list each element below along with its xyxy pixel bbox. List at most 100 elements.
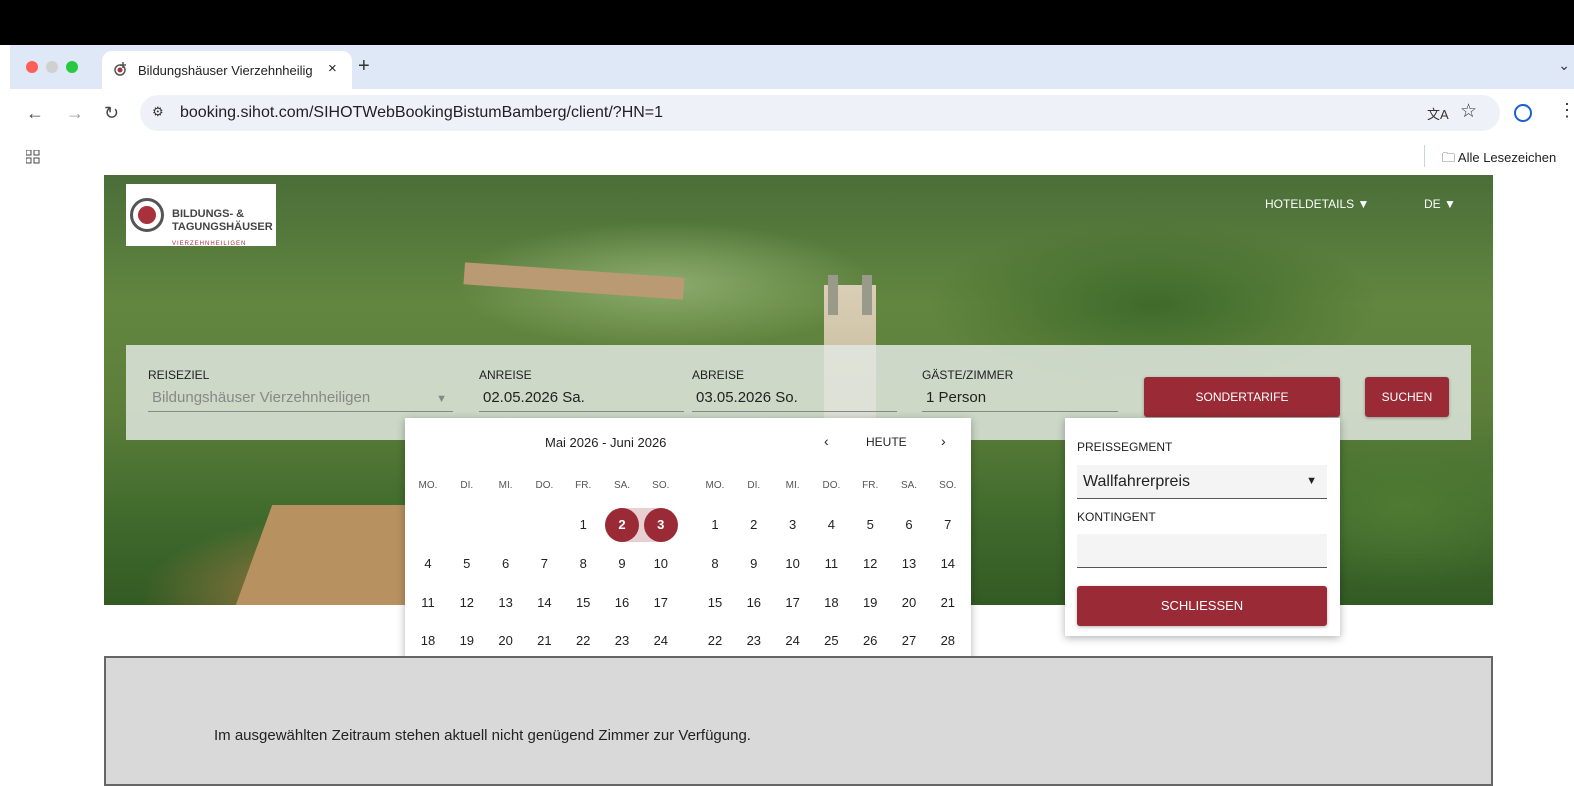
calendar-day-june[interactable]: 18 (814, 586, 848, 620)
calendar-day-june[interactable]: 13 (892, 547, 926, 581)
calendar-day-june[interactable]: 5 (853, 508, 887, 542)
calendar-day-june[interactable]: 25 (814, 624, 848, 658)
calendar-day-may[interactable]: 12 (450, 586, 484, 620)
tab-close-icon[interactable]: × (328, 60, 337, 77)
calendar-day-may[interactable]: 22 (566, 624, 600, 658)
calendar-day-may[interactable]: 1 (566, 508, 600, 542)
weekday-label: MO. (705, 480, 725, 491)
arrival-input[interactable]: 02.05.2026 Sa. (479, 386, 684, 412)
calendar-day-june[interactable]: 15 (698, 586, 732, 620)
translate-icon[interactable]: 文A (1427, 104, 1449, 123)
calendar-day-june[interactable]: 24 (776, 624, 810, 658)
calendar-day-june[interactable]: 19 (853, 586, 887, 620)
calendar-day-june[interactable]: 11 (814, 547, 848, 581)
calendar-day-may[interactable]: 15 (566, 586, 600, 620)
calendar-day-may[interactable]: 23 (605, 624, 639, 658)
close-button[interactable]: SCHLIESSEN (1077, 586, 1327, 626)
departure-label: ABREISE (692, 368, 745, 382)
departure-input[interactable]: 03.05.2026 So. (692, 386, 897, 412)
calendar-day-may[interactable]: 11 (411, 586, 445, 620)
calendar-day-may[interactable]: 18 (411, 624, 445, 658)
calendar-day-june[interactable]: 12 (853, 547, 887, 581)
profile-icon[interactable] (1514, 104, 1532, 122)
calendar-day-june[interactable]: 10 (776, 547, 810, 581)
calendar-day-may[interactable]: 19 (450, 624, 484, 658)
calendar-day-may[interactable]: 2 (605, 508, 639, 542)
chevron-right-icon[interactable]: › (941, 433, 946, 449)
all-bookmarks-button[interactable]: 🗀 Alle Lesezeichen (1442, 149, 1556, 171)
url-text[interactable]: booking.sihot.com/SIHOTWebBookingBistumB… (180, 104, 663, 122)
calendar-day-may[interactable]: 6 (489, 547, 523, 581)
language-menu[interactable]: DE ▼ (1424, 197, 1456, 211)
calendar-day-june[interactable]: 7 (931, 508, 965, 542)
calendar-day-may[interactable]: 16 (605, 586, 639, 620)
folder-icon: 🗀 (1442, 150, 1458, 165)
contingent-input[interactable] (1077, 534, 1327, 568)
weekday-label: DO. (535, 480, 554, 491)
calendar-day-june[interactable]: 1 (698, 508, 732, 542)
calendar-day-may[interactable]: 5 (450, 547, 484, 581)
menu-icon[interactable]: ⋮ (1558, 100, 1574, 121)
hotel-details-menu[interactable]: HOTELDETAILS ▼ (1265, 197, 1369, 211)
logo-mark-icon (130, 198, 164, 232)
tab-search-icon[interactable]: ⌄ (1558, 57, 1570, 74)
star-icon[interactable]: ☆ (1460, 100, 1477, 123)
calendar-day-june[interactable]: 9 (737, 547, 771, 581)
calendar-day-may[interactable]: 13 (489, 586, 523, 620)
today-button[interactable]: HEUTE (866, 435, 907, 449)
calendar-day-june[interactable]: 23 (737, 624, 771, 658)
close-window-icon[interactable] (26, 61, 38, 73)
calendar-day-june[interactable]: 16 (737, 586, 771, 620)
forward-icon[interactable]: → (66, 103, 84, 124)
reload-icon[interactable]: ↻ (104, 103, 119, 124)
calendar-day-june[interactable]: 20 (892, 586, 926, 620)
site-logo[interactable]: BILDUNGS- & TAGUNGSHÄUSER VIERZEHNHEILIG… (126, 184, 276, 247)
calendar-day-june[interactable]: 14 (931, 547, 965, 581)
chevron-left-icon[interactable]: ‹ (824, 433, 829, 449)
calendar-day-may[interactable]: 21 (527, 624, 561, 658)
calendar-day-june[interactable]: 8 (698, 547, 732, 581)
calendar-day-june[interactable]: 27 (892, 624, 926, 658)
calendar-day-may[interactable]: 7 (527, 547, 561, 581)
price-segment-select[interactable]: Wallfahrerpreis ▼ (1077, 465, 1327, 499)
weekday-label: SO. (652, 480, 670, 491)
calendar-day-may[interactable]: 4 (411, 547, 445, 581)
weekday-label: MO. (418, 480, 438, 491)
calendar-day-june[interactable]: 26 (853, 624, 887, 658)
system-top-bar (0, 0, 1574, 45)
calendar-day-may[interactable]: 20 (489, 624, 523, 658)
omnibox[interactable]: ⚙ booking.sihot.com/SIHOTWebBookingBistu… (140, 95, 1500, 131)
bookmarks-divider (1424, 145, 1425, 167)
calendar-day-june[interactable]: 28 (931, 624, 965, 658)
site-settings-icon[interactable]: ⚙ (152, 104, 164, 120)
all-bookmarks-label: Alle Lesezeichen (1457, 150, 1557, 165)
calendar-day-may[interactable]: 14 (527, 586, 561, 620)
calendar-day-june[interactable]: 22 (698, 624, 732, 658)
browser-tab[interactable]: Bildungshäuser Vierzehnheilig × (102, 51, 352, 89)
calendar-day-may[interactable]: 9 (605, 547, 639, 581)
special-rates-button[interactable]: SONDERTARIFE (1144, 377, 1340, 417)
back-icon[interactable]: ← (26, 103, 44, 124)
calendar-day-june[interactable]: 21 (931, 586, 965, 620)
calendar-day-june[interactable]: 2 (737, 508, 771, 542)
calendar-day-may[interactable]: 3 (643, 508, 678, 542)
apps-icon[interactable] (26, 150, 40, 164)
calendar-day-may[interactable]: 17 (644, 586, 678, 620)
hero-spire (828, 275, 838, 315)
minimize-window-icon[interactable] (46, 61, 58, 73)
guests-input[interactable]: 1 Person (922, 386, 1118, 412)
calendar-day-may[interactable]: 8 (566, 547, 600, 581)
search-button[interactable]: SUCHEN (1365, 377, 1449, 417)
calendar-day-may[interactable]: 10 (644, 547, 678, 581)
calendar-day-may[interactable]: 24 (644, 624, 678, 658)
calendar-day-june[interactable]: 3 (776, 508, 810, 542)
calendar-day-june[interactable]: 17 (776, 586, 810, 620)
price-segment-value: Wallfahrerpreis (1083, 473, 1190, 490)
calendar-day-june[interactable]: 6 (892, 508, 926, 542)
tab-title: Bildungshäuser Vierzehnheilig (138, 63, 313, 78)
weekday-label: DI. (747, 480, 761, 491)
maximize-window-icon[interactable] (66, 61, 78, 73)
calendar-day-june[interactable]: 4 (814, 508, 848, 542)
destination-select[interactable]: Bildungshäuser Vierzehnheiligen ▼ (148, 386, 453, 412)
new-tab-icon[interactable]: + (358, 55, 370, 78)
